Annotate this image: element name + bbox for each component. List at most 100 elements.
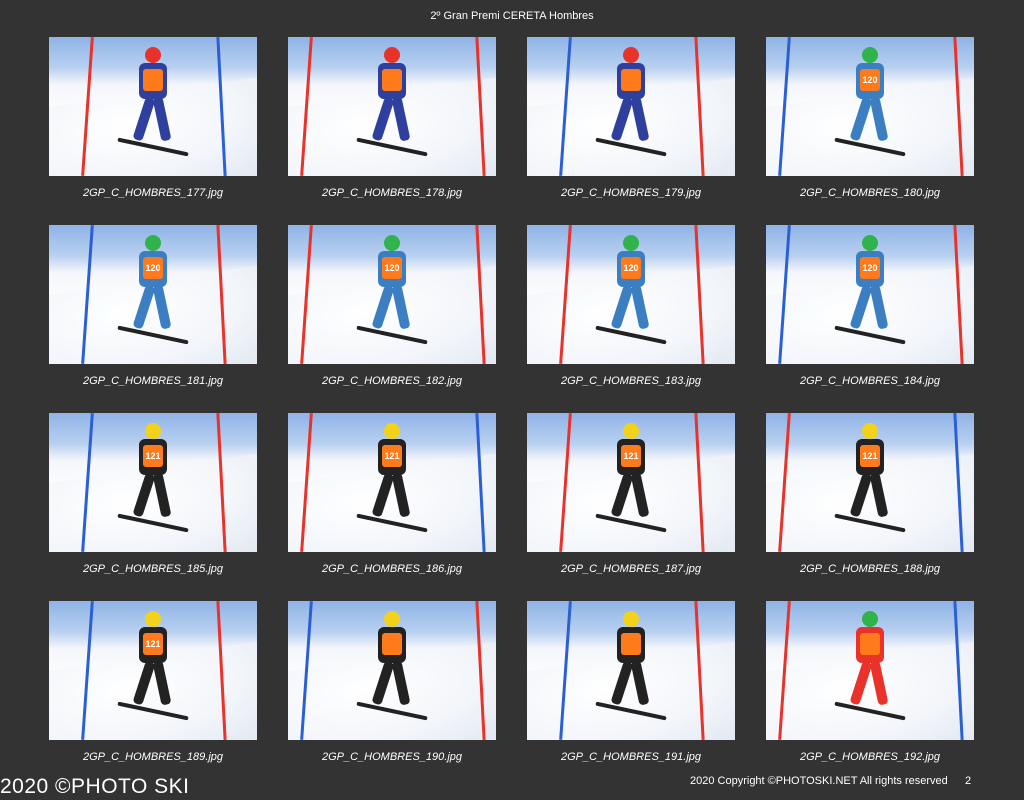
helmet [862,423,878,439]
leg [610,660,634,706]
leg [849,284,873,330]
thumbnail-item[interactable]: 120 2GP_C_HOMBRES_181.jpg [49,225,257,413]
leg [610,96,634,142]
thumbnail-item[interactable]: 2GP_C_HOMBRES_190.jpg [288,601,496,789]
thumbnail-photo[interactable] [288,37,496,176]
helmet [862,47,878,63]
thumbnail-item[interactable]: 120 2GP_C_HOMBRES_180.jpg [766,37,974,225]
leg [132,660,156,706]
race-bib [621,69,641,91]
leg [152,284,172,330]
ski [117,325,189,345]
thumbnail-item[interactable]: 121 2GP_C_HOMBRES_189.jpg [49,601,257,789]
skier-figure: 121 [834,421,906,533]
thumbnail-photo[interactable]: 120 [527,225,735,364]
contact-sheet-grid: 2GP_C_HOMBRES_177.jpg 2GP_C_HOMBRES_178.j… [49,37,975,789]
helmet [145,423,161,439]
race-bib [860,633,880,655]
thumbnail-filename: 2GP_C_HOMBRES_182.jpg [321,375,462,387]
skier-figure [356,609,428,721]
skier-figure: 120 [595,233,667,345]
ski [595,701,667,721]
leg [391,472,411,518]
page-title: 2º Gran Premi CERETA Hombres [430,10,594,22]
helmet [623,611,639,627]
skier-figure: 121 [117,421,189,533]
leg [132,284,156,330]
race-bib: 120 [860,257,880,279]
thumbnail-item[interactable]: 121 2GP_C_HOMBRES_186.jpg [288,413,496,601]
helmet [384,423,400,439]
thumbnail-item[interactable]: 120 2GP_C_HOMBRES_182.jpg [288,225,496,413]
thumbnail-photo[interactable] [288,601,496,740]
leg [849,472,873,518]
leg [869,472,889,518]
thumbnail-item[interactable]: 121 2GP_C_HOMBRES_188.jpg [766,413,974,601]
thumbnail-filename: 2GP_C_HOMBRES_177.jpg [82,187,223,199]
thumbnail-photo[interactable]: 120 [49,225,257,364]
thumbnail-photo[interactable] [527,37,735,176]
thumbnail-photo[interactable]: 120 [766,37,974,176]
race-bib: 121 [860,445,880,467]
race-bib [143,69,163,91]
thumbnail-photo[interactable]: 120 [766,225,974,364]
thumbnail-photo[interactable]: 121 [527,413,735,552]
skier-figure [595,45,667,157]
thumbnail-photo[interactable]: 121 [49,601,257,740]
leg [371,472,395,518]
helmet [145,611,161,627]
thumbnail-item[interactable]: 121 2GP_C_HOMBRES_187.jpg [527,413,735,601]
thumbnail-photo[interactable] [527,601,735,740]
helmet [623,423,639,439]
footer-copyright: 2020 Copyright ©PHOTOSKI.NET All rights … [690,775,948,787]
thumbnail-photo[interactable]: 121 [49,413,257,552]
leg [630,660,650,706]
race-bib: 121 [382,445,402,467]
thumbnail-filename: 2GP_C_HOMBRES_178.jpg [321,187,462,199]
thumbnail-photo[interactable]: 120 [288,225,496,364]
skier-figure: 121 [356,421,428,533]
thumbnail-photo[interactable]: 121 [288,413,496,552]
leg [391,96,411,142]
skier-figure: 120 [356,233,428,345]
leg [152,96,172,142]
thumbnail-photo[interactable] [49,37,257,176]
footer-watermark: 2020 ©PHOTO SKI [0,775,190,798]
race-bib: 121 [621,445,641,467]
thumbnail-item[interactable]: 2GP_C_HOMBRES_178.jpg [288,37,496,225]
helmet [623,235,639,251]
thumbnail-filename: 2GP_C_HOMBRES_180.jpg [799,187,940,199]
thumbnail-photo[interactable] [766,601,974,740]
race-bib: 121 [143,633,163,655]
thumbnail-item[interactable]: 2GP_C_HOMBRES_191.jpg [527,601,735,789]
ski [356,137,428,157]
helmet [623,47,639,63]
thumbnail-filename: 2GP_C_HOMBRES_186.jpg [321,563,462,575]
ski [117,701,189,721]
leg [630,96,650,142]
leg [869,96,889,142]
thumbnail-item[interactable]: 120 2GP_C_HOMBRES_183.jpg [527,225,735,413]
leg [610,284,634,330]
thumbnail-filename: 2GP_C_HOMBRES_192.jpg [799,751,940,763]
ski [834,513,906,533]
thumbnail-item[interactable]: 121 2GP_C_HOMBRES_185.jpg [49,413,257,601]
ski [117,513,189,533]
ski [834,701,906,721]
helmet [145,235,161,251]
leg [371,284,395,330]
helmet [384,235,400,251]
thumbnail-item[interactable]: 2GP_C_HOMBRES_177.jpg [49,37,257,225]
thumbnail-item[interactable]: 120 2GP_C_HOMBRES_184.jpg [766,225,974,413]
helmet [145,47,161,63]
ski [356,325,428,345]
race-bib [382,633,402,655]
helmet [384,47,400,63]
thumbnail-item[interactable]: 2GP_C_HOMBRES_179.jpg [527,37,735,225]
thumbnail-photo[interactable]: 121 [766,413,974,552]
thumbnail-item[interactable]: 2GP_C_HOMBRES_192.jpg [766,601,974,789]
ski [117,137,189,157]
leg [849,96,873,142]
skier-figure: 121 [117,609,189,721]
thumbnail-filename: 2GP_C_HOMBRES_183.jpg [560,375,701,387]
